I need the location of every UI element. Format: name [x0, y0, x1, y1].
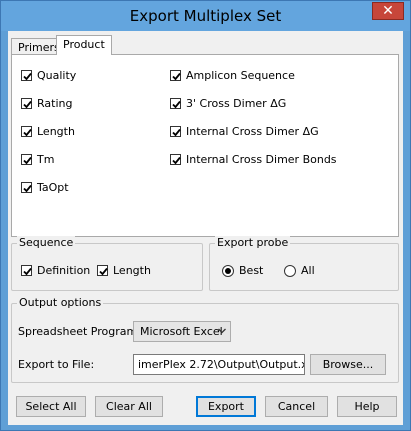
checkbox-sequence-length[interactable]: Length	[97, 264, 151, 277]
browse-button[interactable]: Browse...	[310, 354, 386, 375]
checkbox-label: TaOpt	[37, 181, 69, 194]
checkbox-internal-cross-dimer-bonds[interactable]: Internal Cross Dimer Bonds	[170, 153, 337, 166]
radio-all[interactable]: All	[284, 264, 315, 277]
export-multiplex-window: Export Multiplex Set ✕ Primers Product Q…	[0, 0, 411, 431]
checkmark-icon	[97, 265, 108, 276]
checkmark-icon	[170, 98, 181, 109]
export-probe-legend: Export probe	[215, 236, 291, 249]
checkbox-length[interactable]: Length	[21, 125, 75, 138]
checkmark-icon	[21, 126, 32, 137]
checkmark-icon	[21, 70, 32, 81]
checkmark-icon	[21, 98, 32, 109]
select-value: Microsoft Excel	[140, 325, 223, 338]
checkbox-label: Definition	[37, 264, 91, 277]
checkbox-label: Length	[113, 264, 151, 277]
close-button[interactable]: ✕	[372, 2, 404, 20]
checkbox-label: Quality	[37, 69, 77, 82]
export-file-label: Export to File:	[18, 358, 95, 371]
radio-empty-icon	[284, 264, 296, 277]
clear-all-button[interactable]: Clear All	[95, 396, 163, 417]
export-button[interactable]: Export	[196, 396, 256, 417]
checkbox-quality[interactable]: Quality	[21, 69, 76, 82]
product-tab-panel: Quality Rating Length Tm TaOpt Amplicon …	[11, 54, 399, 237]
checkbox-label: Length	[37, 125, 75, 138]
checkmark-icon	[170, 154, 181, 165]
title-bar: Export Multiplex Set ✕	[1, 1, 410, 31]
checkmark-icon	[170, 70, 181, 81]
tab-product[interactable]: Product	[56, 35, 112, 55]
radio-label: All	[301, 264, 315, 277]
checkbox-label: Internal Cross Dimer Bonds	[186, 153, 337, 166]
chevron-down-icon	[218, 328, 226, 334]
checkbox-rating[interactable]: Rating	[21, 97, 72, 110]
checkmark-icon	[21, 265, 32, 276]
select-all-button[interactable]: Select All	[16, 396, 86, 417]
radio-best[interactable]: Best	[222, 264, 263, 277]
radio-selected-icon	[222, 264, 234, 277]
spreadsheet-program-select[interactable]: Microsoft Excel	[133, 321, 231, 342]
radio-label: Best	[239, 264, 264, 277]
checkbox-sequence-definition[interactable]: Definition	[21, 264, 90, 277]
output-options-legend: Output options	[17, 296, 104, 309]
checkmark-icon	[170, 126, 181, 137]
spreadsheet-program-label: Spreadsheet Program:	[18, 325, 141, 338]
cancel-button[interactable]: Cancel	[265, 396, 328, 417]
output-options-group: Output options Spreadsheet Program: Micr…	[11, 296, 399, 383]
sequence-legend: Sequence	[17, 236, 76, 249]
checkbox-taopt[interactable]: TaOpt	[21, 181, 69, 194]
checkbox-tm[interactable]: Tm	[21, 153, 54, 166]
checkbox-internal-cross-dimer-dg[interactable]: Internal Cross Dimer ΔG	[170, 125, 319, 138]
checkbox-label: Amplicon Sequence	[186, 69, 295, 82]
dialog-body: Primers Product Quality Rating Length Tm	[8, 31, 403, 425]
checkmark-icon	[21, 154, 32, 165]
checkbox-label: Tm	[37, 153, 55, 166]
checkbox-label: Internal Cross Dimer ΔG	[186, 125, 319, 138]
export-probe-group: Export probe Best All	[209, 236, 399, 291]
sequence-group: Sequence Definition Length	[11, 236, 203, 291]
export-file-input[interactable]: imerPlex 2.72\Output\Output.xls	[133, 354, 305, 375]
checkbox-3-cross-dimer-dg[interactable]: 3' Cross Dimer ΔG	[170, 97, 286, 110]
checkmark-icon	[21, 182, 32, 193]
checkbox-amplicon-sequence[interactable]: Amplicon Sequence	[170, 69, 295, 82]
checkbox-label: Rating	[37, 97, 73, 110]
help-button[interactable]: Help	[337, 396, 397, 417]
checkbox-label: 3' Cross Dimer ΔG	[186, 97, 287, 110]
window-title: Export Multiplex Set	[129, 7, 282, 25]
